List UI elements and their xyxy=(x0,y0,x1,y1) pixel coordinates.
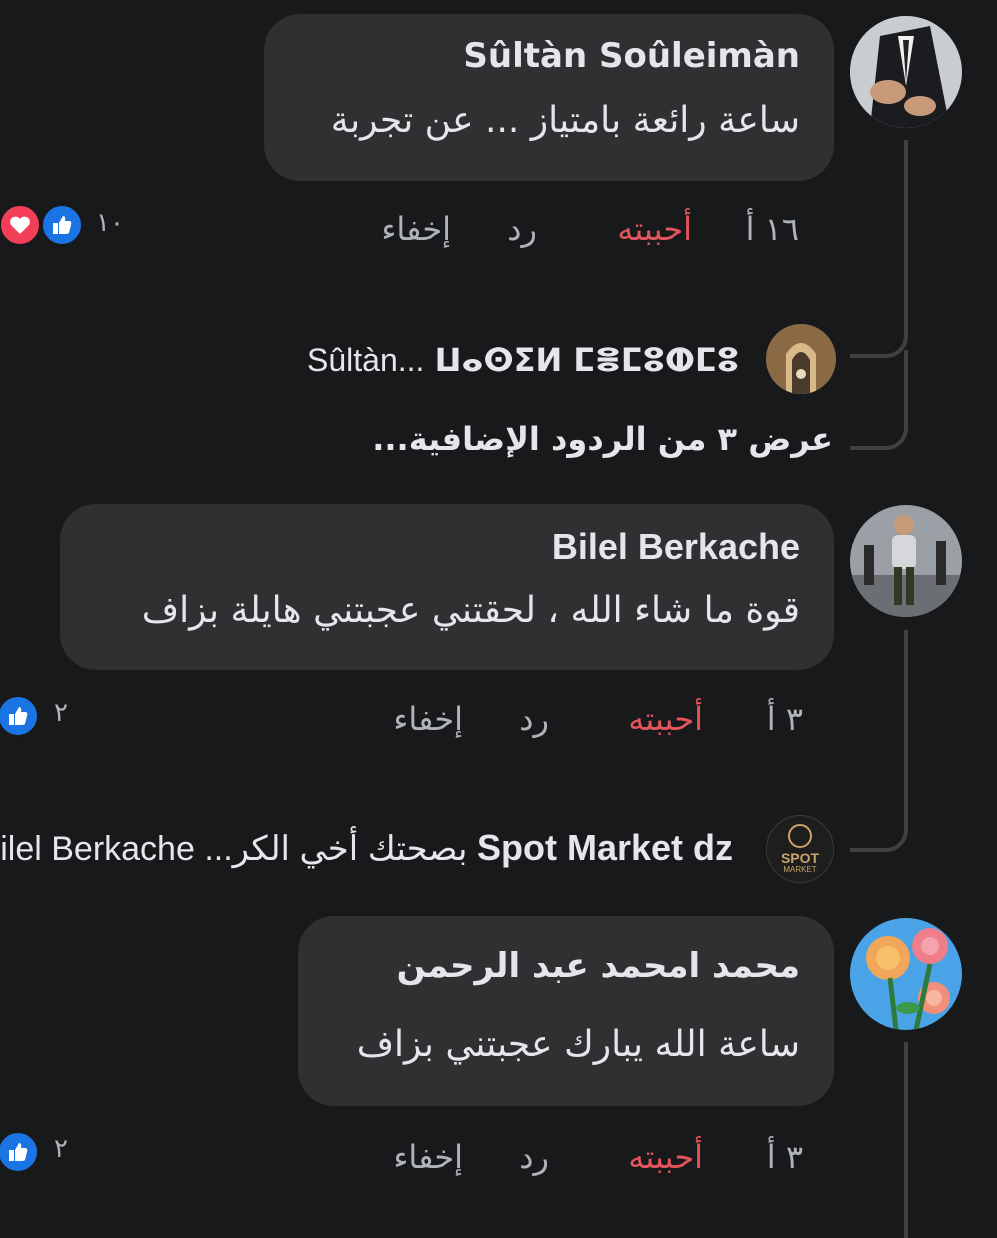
hide-button[interactable]: إخفاء xyxy=(393,700,463,738)
roses-avatar-image xyxy=(850,918,962,1030)
reply-button[interactable]: رد xyxy=(519,1138,549,1176)
reply-preview[interactable]: بصحتك أخي الكر... Bilel Berkache Spot Ma… xyxy=(0,827,733,869)
hide-button[interactable]: إخفاء xyxy=(381,210,451,248)
comment-bubble: Bilel Berkache قوة ما شاء الله ، لحقتني … xyxy=(60,504,834,670)
reply-button[interactable]: رد xyxy=(507,210,537,248)
thread-connector xyxy=(850,810,908,852)
like-button[interactable]: أحببته xyxy=(617,210,692,248)
reply-author[interactable]: ⵡⴰⵙⵉⵍ ⵎⴻⵎⵓⵀⵎⵓ xyxy=(435,341,739,379)
comment-author[interactable]: Sûltàn Soûleimàn xyxy=(463,36,800,76)
comment-text: ساعة رائعة بامتياز ... عن تجربة xyxy=(330,100,800,141)
brand-logo-icon xyxy=(788,824,812,848)
person-avatar-image xyxy=(850,505,962,617)
reaction-count[interactable]: ١٠ xyxy=(96,208,124,238)
thumbs-up-glyph xyxy=(9,707,28,725)
brand-logo-text: SPOT xyxy=(780,850,820,866)
comment-time[interactable]: ٣ أ xyxy=(767,700,803,738)
hide-button[interactable]: إخفاء xyxy=(393,1138,463,1176)
comment-time[interactable]: ١٦ أ xyxy=(746,210,799,248)
thread-line xyxy=(904,1042,908,1238)
thread-connector xyxy=(850,410,908,450)
reply-preview-text: بصحتك أخي الكر... Bilel Berkache xyxy=(0,830,468,868)
thumbs-up-glyph xyxy=(9,1143,28,1161)
comment-time[interactable]: ٣ أ xyxy=(767,1138,803,1176)
brand-logo-subtext: MARKET xyxy=(783,865,817,874)
comment-bubble: محمد امحمد عبد الرحمن ساعة الله يبارك عج… xyxy=(298,916,834,1106)
comment-text: قوة ما شاء الله ، لحقتني عجبتني هايلة بز… xyxy=(141,590,800,631)
reaction-count[interactable]: ٢ xyxy=(54,1134,68,1164)
avatar[interactable] xyxy=(850,918,962,1030)
like-icon[interactable] xyxy=(40,203,84,247)
avatar[interactable] xyxy=(850,16,962,128)
comment-author[interactable]: Bilel Berkache xyxy=(552,526,800,568)
reply-author[interactable]: Spot Market dz xyxy=(477,827,733,868)
like-button[interactable]: أحببته xyxy=(628,700,703,738)
thread-connector xyxy=(850,320,908,358)
like-button[interactable]: أحببته xyxy=(628,1138,703,1176)
heart-glyph xyxy=(10,216,30,234)
reply-preview-text: Sûltàn... xyxy=(307,342,425,378)
reply-preview[interactable]: Sûltàn... ⵡⴰⵙⵉⵍ ⵎⴻⵎⵓⵀⵎⵓ xyxy=(307,341,739,379)
like-icon[interactable] xyxy=(0,694,40,738)
avatar[interactable] xyxy=(766,324,836,394)
reaction-count[interactable]: ٢ xyxy=(54,698,68,728)
view-more-replies[interactable]: عرض ٣ من الردود الإضافية... xyxy=(372,420,833,458)
thread-line xyxy=(904,630,908,820)
thread-line xyxy=(904,140,908,330)
thread-line xyxy=(904,350,908,420)
comment-bubble: Sûltàn Soûleimàn ساعة رائعة بامتياز ... … xyxy=(264,14,834,181)
avatar[interactable] xyxy=(850,505,962,617)
avatar[interactable]: SPOT MARKET xyxy=(766,815,834,883)
like-icon[interactable] xyxy=(0,1130,40,1174)
reply-button[interactable]: رد xyxy=(519,700,549,738)
love-icon[interactable] xyxy=(0,203,42,247)
comment-author[interactable]: محمد امحمد عبد الرحمن xyxy=(397,946,800,986)
comment-text: ساعة الله يبارك عجبتني بزاف xyxy=(356,1024,800,1065)
thumbs-up-glyph xyxy=(53,216,72,234)
suit-avatar-image xyxy=(850,16,962,128)
palace-avatar-image xyxy=(766,324,836,394)
